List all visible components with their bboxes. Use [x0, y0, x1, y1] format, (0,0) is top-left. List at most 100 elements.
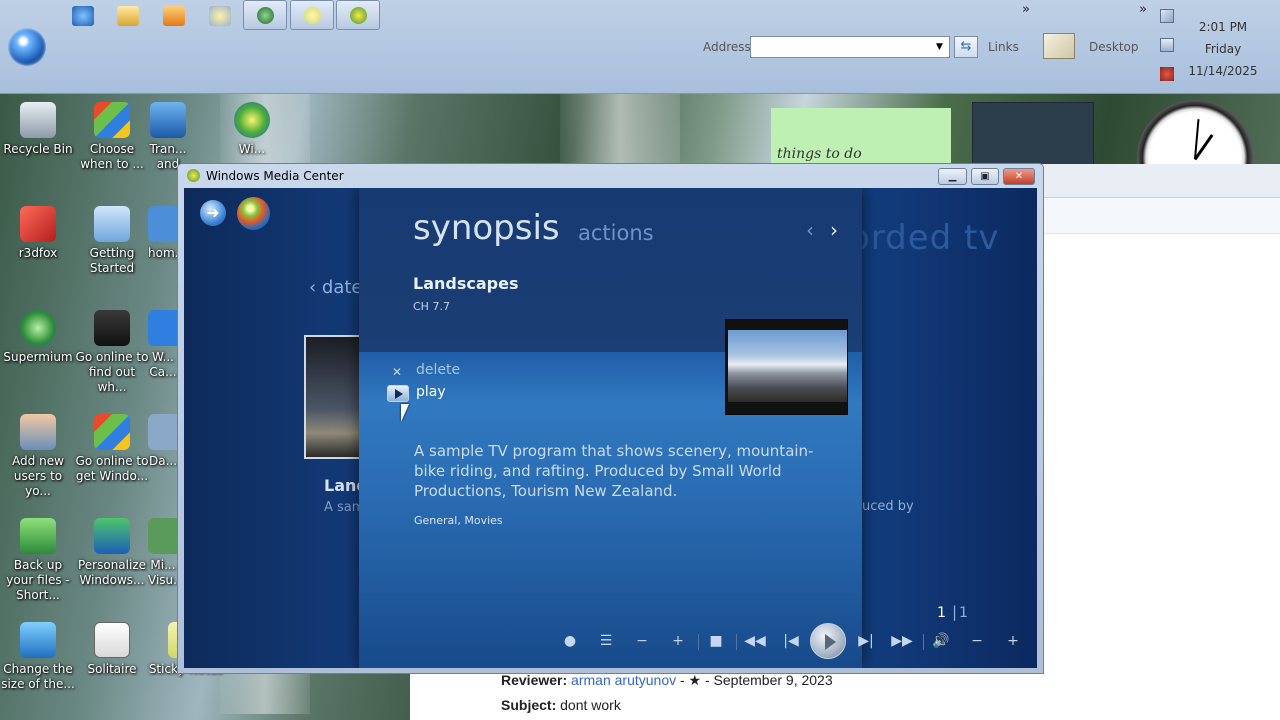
desktop-icon-change-size[interactable]: Change the size of the...: [0, 622, 76, 692]
desktop-icon-back-up[interactable]: Back up your files - Short...: [0, 518, 76, 603]
delete-icon[interactable]: ✕: [392, 365, 402, 379]
recording-thumbnail[interactable]: [304, 335, 364, 459]
play-icon[interactable]: [387, 385, 409, 402]
internet-explorer-icon[interactable]: [72, 6, 94, 26]
taskbar: » » Address ▼ ⇆ Links Desktop 2:01 PM Fr…: [0, 0, 1280, 94]
stop-icon[interactable]: ■: [703, 628, 729, 654]
toolbar-overflow-chevron-icon[interactable]: »: [1022, 2, 1030, 17]
subject-label: Subject:: [501, 697, 557, 713]
delete-action[interactable]: delete: [416, 362, 460, 378]
app-icon[interactable]: [209, 6, 231, 26]
desktop-icon-getting-started[interactable]: Getting Started: [74, 206, 150, 276]
windows-logo-icon: [234, 102, 270, 138]
desktop-icon-solitaire[interactable]: Solitaire: [74, 622, 150, 677]
close-button[interactable]: ✕: [1003, 168, 1035, 185]
volume-muted-icon[interactable]: [1160, 67, 1174, 81]
calendar-icon: [148, 310, 178, 346]
mountain-image: [728, 330, 847, 402]
home-icon: [148, 206, 178, 242]
tray-overflow-chevron-icon[interactable]: »: [1139, 2, 1147, 17]
guide-icon[interactable]: ☰: [593, 628, 619, 654]
desktop-icon-supermium[interactable]: Supermium: [0, 310, 76, 365]
windows-logo-icon: [94, 414, 130, 450]
program-thumbnail: [725, 319, 848, 415]
address-label: Address: [703, 40, 751, 54]
play-pause-button[interactable]: [810, 623, 846, 659]
address-input[interactable]: [750, 36, 950, 58]
page-current: 1: [937, 605, 946, 621]
program-genres: General, Movies: [414, 514, 503, 527]
desktop-icon-add-users[interactable]: Add new users to yo...: [0, 414, 76, 499]
links-toolbar[interactable]: Links: [988, 40, 1019, 54]
start-button[interactable]: [8, 28, 46, 66]
page-separator: |: [952, 603, 958, 621]
volume-down-icon[interactable]: −: [964, 628, 990, 654]
go-button[interactable]: ⇆: [954, 36, 978, 58]
maximize-button[interactable]: ▣: [971, 168, 999, 185]
skip-forward-icon[interactable]: ▶|: [853, 628, 879, 654]
desktop-toolbar-icon[interactable]: [1043, 33, 1075, 59]
chevron-left-icon[interactable]: ‹: [806, 218, 814, 242]
minimize-button[interactable]: ▁: [938, 168, 967, 185]
wallpaper-waterfall: [560, 94, 680, 164]
supermium-icon: [20, 310, 56, 346]
tab-synopsis[interactable]: synopsis: [413, 208, 560, 248]
desktop-icon-transfer[interactable]: Tran... and: [148, 102, 188, 172]
play-action[interactable]: play: [416, 384, 446, 400]
display-icon[interactable]: [1160, 38, 1174, 52]
note-text: things to do: [777, 146, 862, 162]
skip-back-icon[interactable]: |◀: [778, 628, 804, 654]
r3dfox-icon: [20, 206, 56, 242]
subject-value: dont work: [560, 697, 621, 713]
media-center-window[interactable]: Windows Media Center ▁ ▣ ✕ ➜ ‹ date orde…: [177, 163, 1044, 674]
gadget-panel[interactable]: [972, 102, 1094, 168]
divider: [923, 634, 924, 650]
windows-logo-icon[interactable]: [237, 197, 270, 230]
back-button[interactable]: ➜: [200, 200, 226, 226]
reviewer-line: Reviewer: arman arutyunov - ★ - Septembe…: [501, 672, 833, 689]
desktop-icon-windows-update[interactable]: Choose when to ...: [74, 102, 150, 172]
synopsis-dialog: synopsis actions ‹ › Landscapes CH 7.7 ✕…: [359, 188, 862, 668]
desktop-icon-wcal[interactable]: W... Ca...: [148, 310, 178, 380]
program-title: Landscapes: [413, 274, 519, 293]
sticky-note-gadget[interactable]: things to do: [771, 108, 951, 168]
record-icon[interactable]: ●: [557, 628, 583, 654]
channel-up-icon[interactable]: +: [665, 628, 691, 654]
windows-online-icon: [94, 310, 130, 346]
tab-actions[interactable]: actions: [578, 221, 654, 245]
taskbar-button-media-center[interactable]: [336, 0, 380, 30]
network-error-icon[interactable]: [1160, 9, 1174, 23]
desktop-icon-windows[interactable]: Wi...: [222, 102, 282, 157]
clock-time: 2:01 PM: [1198, 20, 1248, 34]
media-center-content: ➜ ‹ date orded tv Land A sam Small uced …: [184, 188, 1037, 668]
desktop-icon-go-online-find[interactable]: Go online to find out wh...: [74, 310, 150, 395]
program-description: A sample TV program that shows scenery, …: [414, 442, 814, 500]
recording-desc-right: uced by: [862, 499, 914, 514]
media-player-icon[interactable]: [163, 6, 185, 26]
desktop-icon-mi-visu[interactable]: Mi... Visu...: [148, 518, 178, 588]
display-settings-icon: [20, 622, 56, 658]
desktop-icon-r3dfox[interactable]: r3dfox: [0, 206, 76, 261]
desktop-icon-home[interactable]: hom...: [148, 206, 178, 261]
taskbar-button-supermium[interactable]: [243, 0, 287, 30]
folder-icon[interactable]: [117, 6, 139, 26]
taskbar-button-notes[interactable]: [290, 0, 334, 30]
system-clock[interactable]: 2:01 PM Friday 11/14/2025: [1188, 16, 1258, 82]
desktop-icon-go-online-get[interactable]: Go online to get Windo...: [74, 414, 150, 484]
address-dropdown-icon[interactable]: ▼: [936, 42, 943, 52]
chevron-right-icon[interactable]: ›: [830, 218, 838, 242]
volume-icon[interactable]: 🔊: [928, 628, 954, 654]
desktop-icon-da[interactable]: Da...: [148, 414, 178, 469]
date-sort-label[interactable]: ‹ date: [309, 277, 363, 298]
fast-forward-icon[interactable]: ▶▶: [889, 628, 915, 654]
browser-tabstrip: [1040, 198, 1280, 234]
desktop-toolbar[interactable]: Desktop: [1089, 40, 1139, 54]
reviewer-link[interactable]: arman arutyunov: [571, 672, 676, 688]
getting-started-icon: [94, 206, 130, 242]
channel-down-icon[interactable]: −: [629, 628, 655, 654]
volume-up-icon[interactable]: +: [1000, 628, 1026, 654]
shield-icon: [94, 102, 130, 138]
desktop-icon-personalize[interactable]: Personalize Windows...: [74, 518, 150, 588]
desktop-icon-recycle-bin[interactable]: Recycle Bin: [0, 102, 76, 157]
rewind-icon[interactable]: ◀◀: [742, 628, 768, 654]
